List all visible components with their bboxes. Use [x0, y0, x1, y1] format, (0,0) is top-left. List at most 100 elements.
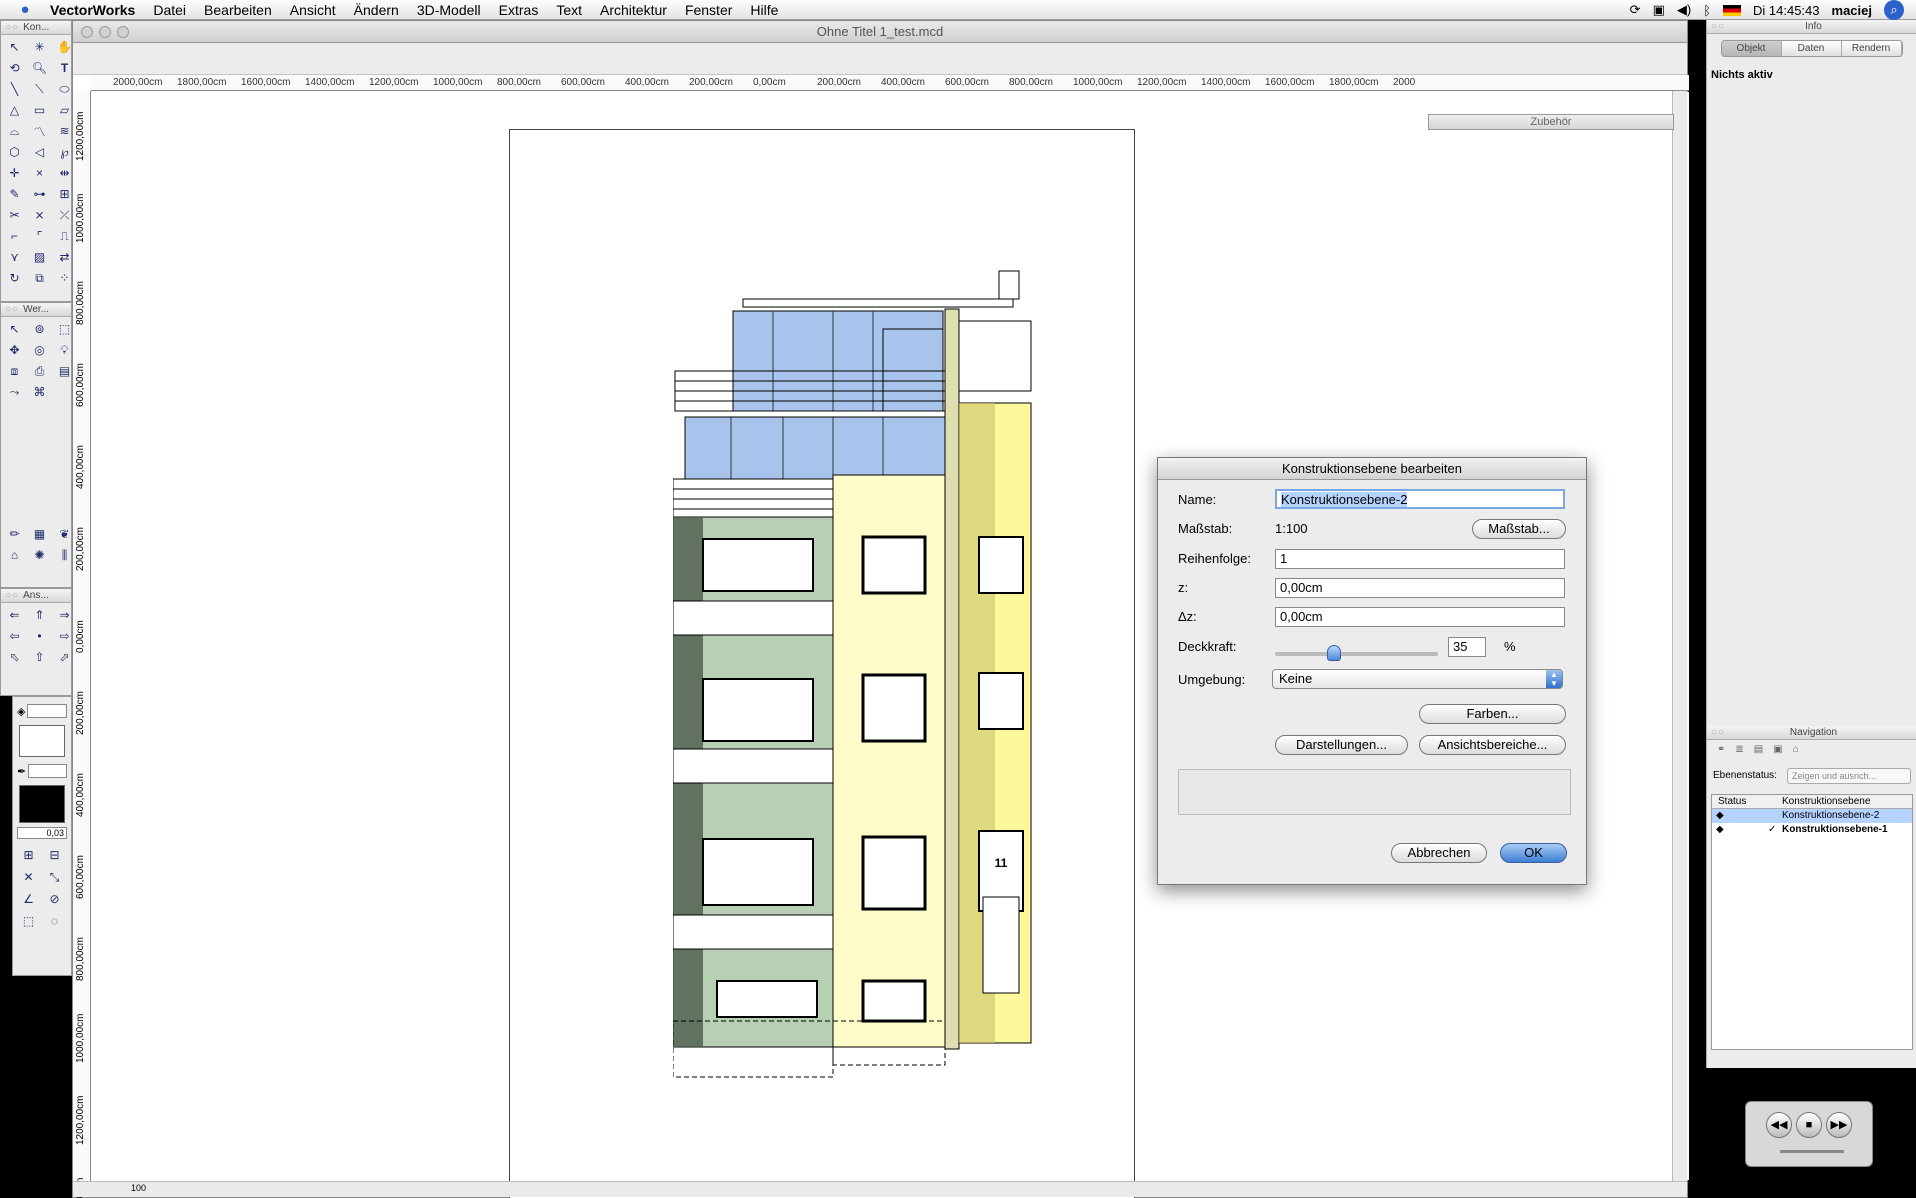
menu-fenster[interactable]: Fenster — [685, 2, 732, 18]
reshape-icon[interactable]: ⊶ — [28, 184, 51, 204]
views-button[interactable]: Darstellungen... — [1275, 735, 1408, 755]
3d-select-icon[interactable]: ↖ — [3, 319, 26, 339]
sync-icon[interactable]: ⟳ — [1630, 2, 1641, 18]
sweep-icon[interactable]: ⤳ — [3, 382, 26, 402]
bluetooth-icon[interactable]: ᛒ — [1703, 3, 1711, 18]
pen-style-select[interactable] — [28, 764, 67, 778]
rectangle-icon[interactable]: ▭ — [28, 100, 51, 120]
menu-extras[interactable]: Extras — [499, 2, 539, 18]
user-name[interactable]: maciej — [1832, 3, 1872, 18]
rewind-icon[interactable]: ◀◀ — [1766, 1112, 1792, 1138]
display-icon[interactable]: ▣ — [1653, 2, 1665, 18]
snap-distance-icon[interactable]: ⤡ — [43, 867, 66, 887]
flyover-icon[interactable]: ✥ — [3, 340, 26, 360]
walkthrough-icon[interactable]: ⊚ — [28, 319, 51, 339]
snap-smart-icon[interactable]: ◌ — [43, 911, 66, 931]
volume-icon[interactable]: ◀) — [1677, 2, 1691, 18]
fill-preview[interactable] — [19, 725, 65, 757]
connect-icon[interactable]: ⨯ — [28, 205, 51, 225]
zoom-button[interactable] — [117, 26, 129, 38]
flag-de-icon[interactable] — [1723, 4, 1742, 16]
snap-angle-icon[interactable]: ∠ — [17, 889, 40, 909]
colors-button[interactable]: Farben... — [1419, 704, 1566, 724]
zoom-icon[interactable]: 🔍︎ — [28, 58, 51, 78]
menu-architektur[interactable]: Architektur — [600, 2, 667, 18]
snap-point-icon[interactable]: ⬚ — [17, 911, 40, 931]
double-line-icon[interactable]: ⟍ — [28, 79, 51, 99]
col-layer[interactable]: Konstruktionsebene — [1782, 795, 1870, 809]
magic-wand-icon[interactable]: ✳ — [28, 37, 51, 57]
horizontal-scrollbar[interactable]: 100 — [73, 1181, 1687, 1197]
menu-3d-modell[interactable]: 3D-Modell — [417, 2, 481, 18]
view-back-left-icon[interactable]: ⬁ — [3, 647, 26, 667]
mirror-icon[interactable]: ⋎ — [3, 247, 26, 267]
close-button[interactable] — [81, 26, 93, 38]
pen-preview[interactable] — [19, 785, 65, 823]
menu-hilfe[interactable]: Hilfe — [750, 2, 778, 18]
pen-icon[interactable]: ✒ — [17, 765, 26, 778]
tab-viewports-icon[interactable]: ▣ — [1773, 744, 1782, 755]
stop-icon[interactable]: ■ — [1796, 1112, 1822, 1138]
view-left-icon[interactable]: ⇦ — [3, 626, 26, 646]
view-top-icon[interactable]: • — [28, 626, 51, 646]
order-field[interactable]: 1 — [1275, 549, 1565, 569]
orbit-icon[interactable]: ◎ — [28, 340, 51, 360]
tab-objekt[interactable]: Objekt — [1721, 41, 1782, 56]
polygon-icon[interactable]: ⌓ — [3, 121, 26, 141]
zoom-level[interactable]: 100 — [131, 1183, 146, 1193]
eyedropper-icon[interactable]: ✎ — [3, 184, 26, 204]
tab-classes-icon[interactable]: ⚭ — [1717, 744, 1725, 755]
scale-button[interactable]: Maßstab... — [1472, 519, 1566, 539]
opacity-field[interactable]: 35 — [1448, 637, 1486, 657]
menu-aendern[interactable]: Ändern — [354, 2, 399, 18]
view-regions-button[interactable]: Ansichtsbereiche... — [1419, 735, 1566, 755]
menu-datei[interactable]: Datei — [153, 2, 186, 18]
table-row[interactable]: ◆ ✓ Konstruktionsebene-1 — [1712, 823, 1912, 837]
volume-slider[interactable] — [1780, 1150, 1844, 1153]
minimize-button[interactable] — [99, 26, 111, 38]
rotate-view-icon[interactable]: ⟲ — [3, 58, 26, 78]
snap-object-icon[interactable]: ⊟ — [43, 845, 66, 865]
z-field[interactable]: 0,00cm — [1275, 578, 1565, 598]
spotlight-icon[interactable]: ⌕ — [1884, 0, 1904, 20]
dz-field[interactable]: 0,00cm — [1275, 607, 1565, 627]
menu-text[interactable]: Text — [556, 2, 582, 18]
mode-bar[interactable] — [73, 43, 1687, 75]
accessories-palette[interactable]: Zubehör — [1428, 114, 1674, 130]
view-back-icon[interactable]: ⇧ — [28, 647, 51, 667]
fillet-icon[interactable]: ⌐ — [3, 226, 26, 246]
environment-select[interactable]: Keine ▲ ▼ — [1272, 669, 1563, 689]
hexagon-icon[interactable]: ⬡ — [3, 142, 26, 162]
opacity-slider-knob[interactable] — [1327, 645, 1342, 661]
fast-forward-icon[interactable]: ▶▶ — [1826, 1112, 1852, 1138]
tab-sheets-icon[interactable]: ▤ — [1754, 744, 1763, 755]
rotate-icon[interactable]: ↻ — [3, 268, 26, 288]
tab-views-icon[interactable]: ⌂ — [1793, 744, 1799, 755]
triangle-icon[interactable]: △ — [3, 100, 26, 120]
view-front-left-icon[interactable]: ⇐ — [3, 605, 26, 625]
apple-icon[interactable]: ● — [0, 1, 50, 18]
extrude-icon[interactable]: ⧈ — [3, 361, 26, 381]
menu-app[interactable]: VectorWorks — [50, 2, 135, 18]
ok-button[interactable]: OK — [1500, 843, 1567, 863]
hatch-icon[interactable]: ▨ — [28, 247, 51, 267]
mesh-icon[interactable]: ⌘ — [28, 382, 51, 402]
star-icon[interactable]: ✺ — [28, 545, 51, 565]
fill-style-select[interactable] — [27, 704, 67, 718]
pencil-icon[interactable]: ✏ — [3, 524, 26, 544]
x-point-icon[interactable]: × — [28, 163, 51, 183]
line-weight[interactable]: 0,03 — [17, 827, 67, 839]
tab-layers-icon[interactable]: ≣ — [1735, 744, 1743, 755]
tab-rendern[interactable]: Rendern — [1841, 41, 1902, 56]
view-front-icon[interactable]: ⇑ — [28, 605, 51, 625]
wedge-icon[interactable]: ◁ — [28, 142, 51, 162]
brick-icon[interactable]: ▦ — [28, 524, 51, 544]
fill-bucket-icon[interactable]: ◈ — [17, 705, 25, 718]
menu-bearbeiten[interactable]: Bearbeiten — [204, 2, 272, 18]
building-elevation[interactable]: 11 — [673, 241, 1213, 1091]
opacity-slider[interactable] — [1275, 645, 1438, 663]
snap-intersection-icon[interactable]: ✕ — [17, 867, 40, 887]
name-field[interactable]: Konstruktionsebene-2 — [1275, 489, 1565, 509]
stairs-icon[interactable]: ⌂ — [3, 545, 26, 565]
snap-tangent-icon[interactable]: ⊘ — [43, 889, 66, 909]
